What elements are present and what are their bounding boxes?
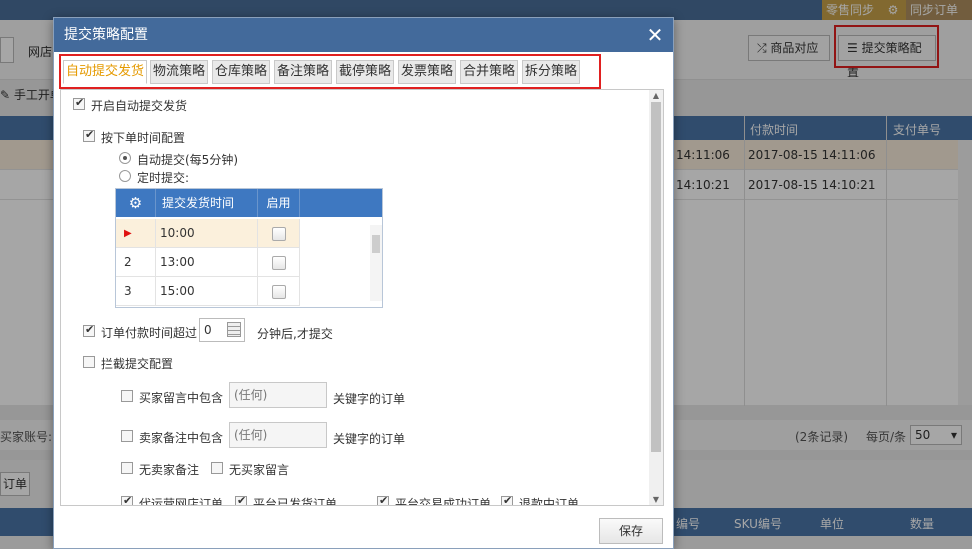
dialog-title-bar: 提交策略配置 ✕	[54, 18, 673, 52]
table-row[interactable]: ▶ 10:00	[116, 219, 300, 248]
seller-note-keyword-input[interactable]: (任何)	[229, 422, 327, 448]
calendar-icon[interactable]	[227, 322, 241, 337]
enable-checkbox[interactable]	[272, 285, 286, 299]
enable-checkbox[interactable]	[272, 227, 286, 241]
enable-auto-label: 开启自动提交发货	[91, 99, 188, 113]
no-buyer-msg-checkbox[interactable]	[211, 462, 223, 474]
dialog-footer: 保存	[54, 512, 673, 549]
intercept-label: 拦截提交配置	[101, 357, 174, 371]
buyer-msg-checkbox[interactable]	[121, 390, 133, 402]
tab-logistics[interactable]: 物流策略	[150, 60, 208, 84]
tab-panel: 开启自动提交发货 按下单时间配置 自动提交(每5分钟) 定时提交: ⚙ 提交发货…	[60, 89, 664, 506]
auto-submit-label: 自动提交(每5分钟)	[137, 153, 238, 167]
seller-note-label: 卖家备注中包含	[139, 431, 224, 445]
schedule-scrollbar[interactable]	[370, 225, 382, 301]
platform-success-checkbox[interactable]	[377, 494, 389, 505]
panel-scrollbar[interactable]: ▲ ▼	[649, 90, 663, 505]
pay-timeout-label: 订单付款时间超过	[101, 326, 198, 340]
gear-icon[interactable]: ⚙	[116, 189, 156, 217]
close-icon[interactable]: ✕	[645, 18, 665, 52]
table-row[interactable]: 3 15:00	[116, 277, 300, 306]
intercept-checkbox[interactable]	[83, 356, 95, 368]
agency-shop-checkbox[interactable]	[121, 494, 133, 505]
refunding-label: 退款中订单	[519, 497, 580, 506]
scroll-down-icon[interactable]: ▼	[649, 495, 663, 504]
no-seller-note-label: 无卖家备注	[139, 463, 200, 477]
schedule-grid-header: ⚙ 提交发货时间 启用	[116, 189, 382, 217]
platform-shipped-checkbox[interactable]	[235, 494, 247, 505]
enable-auto-checkbox[interactable]	[73, 96, 85, 110]
scroll-thumb[interactable]	[651, 102, 661, 452]
enable-checkbox[interactable]	[272, 256, 286, 270]
tab-warehouse[interactable]: 仓库策略	[212, 60, 270, 84]
buyer-msg-label: 买家留言中包含	[139, 391, 224, 405]
tab-remark[interactable]: 备注策略	[274, 60, 332, 84]
no-buyer-msg-label: 无买家留言	[229, 463, 290, 477]
pay-timeout-input[interactable]: 0	[199, 318, 245, 342]
strategy-config-dialog: 提交策略配置 ✕ 自动提交发货 物流策略 仓库策略 备注策略 截停策略 发票策略…	[53, 17, 674, 549]
row-indicator-icon: ▶	[116, 219, 156, 248]
refunding-checkbox[interactable]	[501, 494, 513, 505]
by-order-time-label: 按下单时间配置	[101, 131, 186, 145]
schedule-grid: ⚙ 提交发货时间 启用 ▶ 10:00 2 13:00 3 15:00	[115, 188, 383, 308]
pay-timeout-suffix: 分钟后,才提交	[257, 327, 333, 341]
dialog-title: 提交策略配置	[64, 27, 148, 43]
agency-shop-label: 代运营网店订单	[139, 497, 224, 506]
by-order-time-checkbox[interactable]	[83, 128, 95, 142]
tab-auto-submit[interactable]: 自动提交发货	[63, 60, 147, 84]
table-row[interactable]: 2 13:00	[116, 248, 300, 277]
tab-intercept[interactable]: 截停策略	[336, 60, 394, 84]
tab-strip: 自动提交发货 物流策略 仓库策略 备注策略 截停策略 发票策略 合并策略 拆分策…	[59, 54, 601, 89]
pay-timeout-checkbox[interactable]	[83, 323, 95, 337]
save-button[interactable]: 保存	[599, 518, 663, 544]
timed-submit-radio[interactable]	[119, 170, 131, 182]
timed-submit-label: 定时提交:	[137, 171, 190, 185]
enable-header: 启用	[258, 189, 300, 217]
platform-shipped-label: 平台已发货订单	[253, 497, 338, 506]
platform-success-label: 平台交易成功订单	[395, 497, 492, 506]
tab-split[interactable]: 拆分策略	[522, 60, 580, 84]
auto-submit-radio[interactable]	[119, 152, 131, 164]
no-seller-note-checkbox[interactable]	[121, 462, 133, 474]
seller-note-checkbox[interactable]	[121, 430, 133, 442]
tab-merge[interactable]: 合并策略	[460, 60, 518, 84]
scroll-up-icon[interactable]: ▲	[649, 91, 663, 100]
buyer-msg-suffix: 关键字的订单	[333, 392, 406, 406]
submit-time-header: 提交发货时间	[156, 189, 258, 217]
tab-invoice[interactable]: 发票策略	[398, 60, 456, 84]
seller-note-suffix: 关键字的订单	[333, 432, 406, 446]
buyer-msg-keyword-input[interactable]: (任何)	[229, 382, 327, 408]
